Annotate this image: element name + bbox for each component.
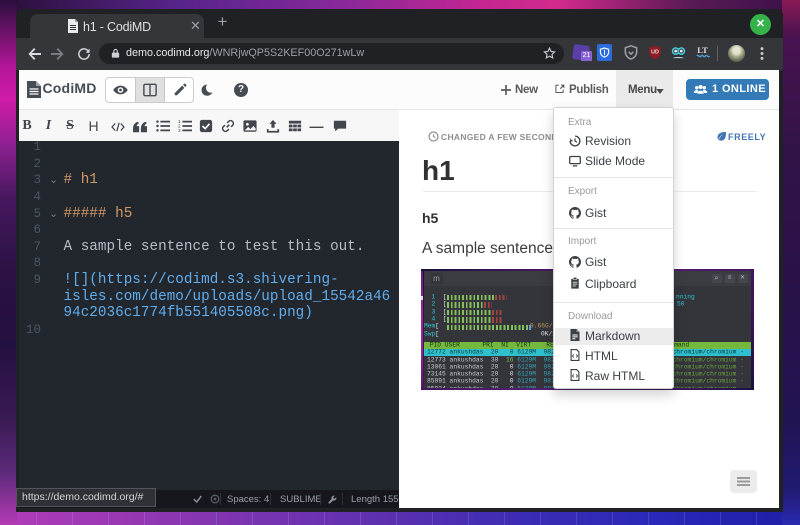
svg-text:UD: UD	[651, 50, 659, 56]
svg-text:3: 3	[178, 128, 181, 133]
svg-text:LT: LT	[697, 45, 708, 55]
